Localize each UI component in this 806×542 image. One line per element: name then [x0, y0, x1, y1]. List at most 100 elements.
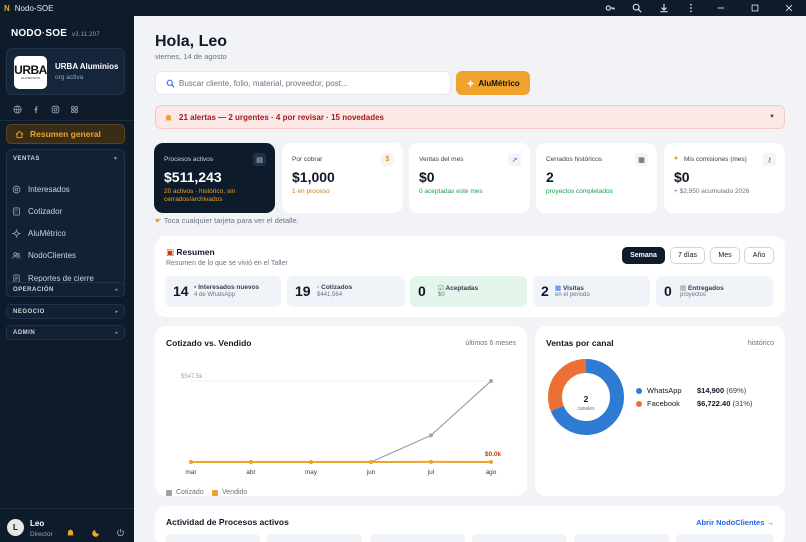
stat-cotizados[interactable]: 19 ▫ Cotizados $441,564	[287, 276, 405, 307]
stat-entregados[interactable]: 0 ▤ Entregados proyectos	[656, 276, 773, 307]
sidebar-item-interesados[interactable]: Interesados	[12, 185, 70, 194]
kpi-sub: 0 aceptadas este mes	[419, 188, 483, 195]
stat-interesados[interactable]: 14 ▪ Interesados nuevos 4 de WhatsApp	[165, 276, 281, 307]
sidebar-item-label: NodoClientes	[28, 251, 77, 260]
kpi-sub: proyectos completados	[546, 188, 613, 195]
sidebar-item-cotizador[interactable]: Cotizador	[12, 207, 62, 216]
globe-icon[interactable]	[12, 104, 22, 114]
stat-aceptadas[interactable]: 0 ☑ Aceptadas $0	[410, 276, 527, 307]
legend-swatch	[636, 387, 642, 394]
avatar[interactable]: L	[7, 519, 24, 536]
legend-amount: $6,722.40	[697, 399, 731, 408]
data-point-vendido[interactable]	[429, 459, 433, 464]
data-point-cotizado[interactable]	[489, 379, 493, 383]
data-point-vendido[interactable]	[249, 460, 253, 464]
facebook-icon[interactable]	[31, 104, 41, 114]
maximize-icon[interactable]	[738, 0, 772, 16]
period-7dias-button[interactable]: 7 días	[670, 247, 705, 264]
alumetrico-button[interactable]: AluMétrico	[456, 71, 530, 95]
chevron-down-icon[interactable]: ▼	[769, 114, 775, 120]
legend-cotizado: Cotizado	[166, 489, 204, 496]
instagram-icon[interactable]	[50, 104, 60, 114]
stat-visitas[interactable]: 2 ▦ Visitas en el periodo	[533, 276, 650, 307]
sidebar-group-operacion[interactable]: OPERACIÓN ▸	[6, 282, 125, 297]
data-point-vendido[interactable]	[189, 460, 193, 464]
period-ano-button[interactable]: Año	[744, 247, 774, 264]
stat-label-text: Aceptadas	[445, 285, 479, 292]
activity-card-placeholder[interactable]	[574, 534, 669, 542]
legend-percent: (31%)	[732, 399, 753, 408]
search-input[interactable]	[179, 78, 439, 88]
activity-card-placeholder[interactable]	[676, 534, 774, 542]
legend-amount: $14,900	[697, 386, 725, 395]
kpi-value: 2	[546, 169, 554, 185]
activity-card-placeholder[interactable]	[370, 534, 465, 542]
hint-text: ☛ Toca cualquier tarjeta para ver el det…	[155, 216, 299, 225]
kpi-ventas-del-mes[interactable]: Ventas del mes $0 0 aceptadas este mes ↗	[409, 143, 530, 213]
alerts-banner[interactable]: 21 alertas — 2 urgentes · 4 por revisar …	[155, 105, 785, 129]
kpi-procesos-activos[interactable]: Procesos activos $511,243 20 activos · h…	[154, 143, 275, 213]
resumen-title-label: Resumen	[176, 247, 215, 257]
data-point-vendido[interactable]	[309, 460, 313, 464]
sidebar-item-resumen-general[interactable]: Resumen general	[6, 124, 125, 144]
search-bar[interactable]	[155, 71, 451, 95]
power-icon[interactable]	[116, 524, 126, 537]
bell-icon[interactable]	[66, 524, 76, 537]
period-semana-button[interactable]: Semana	[622, 247, 665, 264]
org-logo-text: URBA	[14, 63, 47, 77]
sidebar-item-label: Cotizador	[28, 207, 63, 216]
kpi-mis-comisiones[interactable]: Mis comisiones (mes) ● $0 + $2,950 acumu…	[664, 143, 785, 213]
data-point-cotizado[interactable]	[429, 433, 433, 438]
activity-card-placeholder[interactable]	[165, 534, 260, 542]
key-icon[interactable]	[596, 0, 623, 16]
period-mes-button[interactable]: Mes	[710, 247, 740, 264]
user-name: Leo	[30, 519, 45, 528]
moon-icon[interactable]	[92, 524, 102, 537]
search-icon	[166, 79, 175, 87]
activity-card-placeholder[interactable]	[267, 534, 362, 542]
x-tick-label: mar	[185, 469, 197, 476]
close-icon[interactable]	[772, 0, 806, 16]
chevron-down-icon[interactable]: ▼	[113, 156, 118, 162]
legend-swatch	[166, 489, 172, 496]
x-tick-label: may	[305, 469, 318, 476]
box-icon: ▤	[680, 285, 687, 292]
sparkle-icon	[12, 229, 21, 238]
kpi-value: $0	[419, 169, 435, 185]
group-header-ventas[interactable]: VENTAS	[13, 156, 40, 162]
stat-label-text: Interesados nuevos	[198, 284, 260, 291]
minimize-icon[interactable]	[704, 0, 738, 16]
org-name: URBA Aluminios	[55, 62, 119, 71]
sidebar-item-nodoclientes[interactable]: NodoClientes	[12, 251, 76, 260]
brand-logo: NODO·SOE v3.11.207	[11, 28, 100, 39]
brand-part-a: NODO	[11, 28, 42, 39]
group-header-negocio: NEGOCIO	[13, 309, 45, 315]
ventas-por-canal-card: Ventas por canal histórico 2 canales Wha…	[535, 326, 785, 496]
resumen-card: ▣ Resumen Resumen de lo que se vivió en …	[155, 236, 785, 317]
x-tick-label: jul	[427, 469, 435, 476]
data-point-vendido[interactable]	[489, 460, 493, 464]
stat-sub: $0	[438, 292, 445, 298]
download-icon[interactable]	[650, 0, 677, 16]
sidebar-item-alumetrico[interactable]: AluMétrico	[12, 229, 66, 238]
users-icon: ▪	[194, 284, 197, 291]
abrir-nodoclientes-link[interactable]: Abrir NodoClientes →	[696, 518, 774, 527]
zoom-icon[interactable]	[623, 0, 650, 16]
kpi-sub: + $2,950 acumulado 2026	[674, 188, 750, 195]
kpi-cerrados-historicos[interactable]: Cerrados históricos 2 proyectos completa…	[536, 143, 657, 213]
brand-part-b: SOE	[45, 28, 68, 39]
target-icon	[12, 185, 21, 194]
stat-label: ▦ Visitas	[555, 284, 584, 292]
sidebar-group-admin[interactable]: ADMIN ▸	[6, 325, 125, 340]
org-card[interactable]: URBA ALUMINIOS URBA Aluminios org activa	[6, 48, 125, 95]
data-point-vendido[interactable]	[369, 460, 373, 464]
activity-card-placeholder[interactable]	[472, 534, 567, 542]
sidebar-group-negocio[interactable]: NEGOCIO ▸	[6, 304, 125, 319]
users-icon	[12, 252, 21, 259]
kpi-por-cobrar[interactable]: Por cobrar $1,000 1 en proceso $	[282, 143, 403, 213]
more-vertical-icon[interactable]	[677, 0, 704, 16]
legend-value: $6,722.40 (31%)	[697, 399, 752, 408]
apps-icon[interactable]	[69, 104, 79, 114]
actividad-card: Actividad de Procesos activos Abrir Nodo…	[155, 506, 785, 542]
kpi-sub: 1 en proceso	[292, 188, 330, 195]
